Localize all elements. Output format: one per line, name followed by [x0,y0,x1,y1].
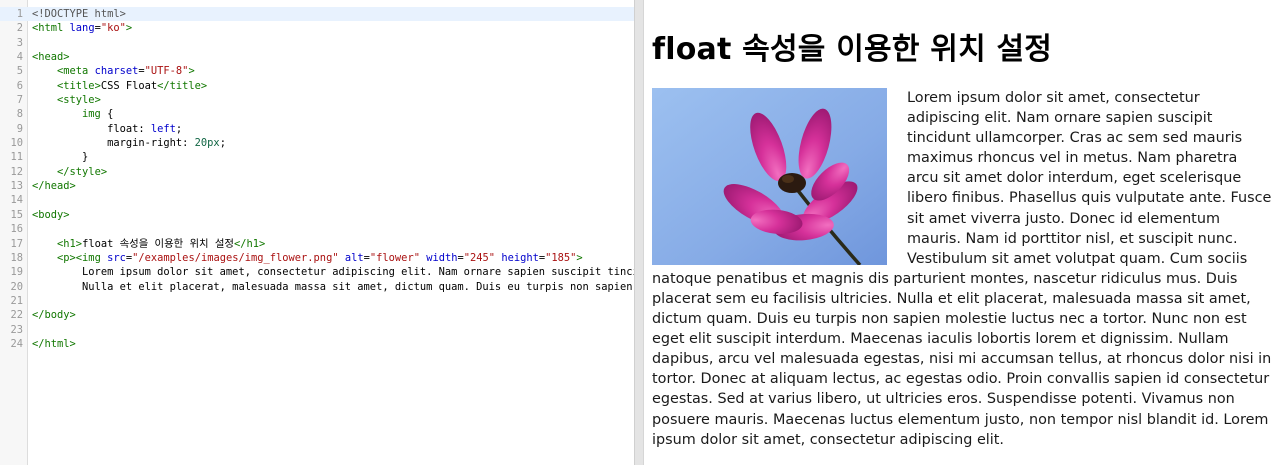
line-number: 20 [10,280,23,293]
line-number: 3 [16,36,23,49]
code-text: <p><img src="/examples/images/img_flower… [57,251,583,264]
line-number: 1 [16,8,23,20]
code-line[interactable]: 23 [0,323,634,337]
line-number: 7 [16,94,23,107]
code-line[interactable]: 19 Lorem ipsum dolor sit amet, consectet… [0,265,634,279]
code-text: <html lang="ko"> [32,22,133,35]
line-number: 6 [16,79,23,92]
code-line[interactable]: 9 float: left; [0,122,634,136]
line-number: 22 [10,309,23,322]
code-line[interactable]: 24 </html> [0,337,634,351]
code-line[interactable]: 14 [0,193,634,207]
code-line[interactable]: 22 </body> [0,308,634,322]
line-number: 8 [16,108,23,121]
code-text: Nulla et elit placerat, malesuada massa … [32,280,633,293]
line-number: 2 [16,22,23,35]
code-text: <h1>float 속성을 이용한 위치 설정</h1> [57,237,266,250]
code-line[interactable]: 17 <h1>float 속성을 이용한 위치 설정</h1> [0,237,634,251]
code-editor[interactable]: 1 <!DOCTYPE html> 2 <html lang="ko"> 3 4 <head… [0,0,634,465]
code-line[interactable]: 1 <!DOCTYPE html> [0,7,634,22]
line-number: 4 [16,51,23,64]
paragraph: Lorem ipsum dolor sit amet, consectetur … [652,88,1272,450]
code-text: </head> [32,180,76,193]
line-number: 23 [10,323,23,336]
line-number: 15 [10,208,23,221]
code-line[interactable]: 13 </head> [0,179,634,193]
code-line[interactable]: 7 <style> [0,93,634,107]
code-text: <meta charset="UTF-8"> [57,65,195,78]
code-line[interactable]: 2 <html lang="ko"> [0,21,634,35]
code-line[interactable]: 15 <body> [0,208,634,222]
code-line[interactable]: 8 img { [0,107,634,121]
code-text: img { [82,108,114,121]
line-number: 24 [10,337,23,350]
code-text: </html> [32,337,76,350]
line-number: 18 [10,251,23,264]
code-line[interactable]: 21 [0,294,634,308]
code-text: </style> [57,165,108,178]
code-line[interactable]: 12 </style> [0,165,634,179]
code-line[interactable]: 6 <title>CSS Float</title> [0,79,634,93]
line-number: 21 [10,294,23,307]
code-text: <title>CSS Float</title> [57,79,208,92]
code-line[interactable]: 4 <head> [0,50,634,64]
code-text: float: left; [32,122,183,135]
page-heading: float 속성을 이용한 위치 설정 [652,32,1053,67]
code-line[interactable]: 20 Nulla et elit placerat, malesuada mas… [0,280,634,294]
code-text: margin-right: 20px; [32,137,226,150]
line-number: 9 [16,122,23,135]
code-text: <!DOCTYPE html> [32,8,126,20]
line-number: 16 [10,223,23,236]
code-line[interactable]: 11 } [0,150,634,164]
line-number: 5 [16,65,23,78]
flower-image [652,88,887,265]
code-text: <head> [32,51,70,64]
code-line[interactable]: 16 [0,222,634,236]
code-text: Lorem ipsum dolor sit amet, consectetur … [32,266,634,279]
line-number: 11 [10,151,23,164]
code-line[interactable]: 10 margin-right: 20px; [0,136,634,150]
code-line[interactable]: 3 [0,36,634,50]
line-number: 17 [10,237,23,250]
code-text: </body> [32,309,76,322]
code-line[interactable]: 5 <meta charset="UTF-8"> [0,64,634,78]
code-text: <body> [32,208,70,221]
line-number: 14 [10,194,23,207]
code-text: <style> [57,94,101,107]
line-number: 13 [10,180,23,193]
line-number: 19 [10,266,23,279]
line-number: 12 [10,165,23,178]
code-line[interactable]: 18 <p><img src="/examples/images/img_flo… [0,251,634,265]
line-number: 10 [10,137,23,150]
code-text: } [32,151,89,164]
preview-pane: float 속성을 이용한 위치 설정 Lorem ipsum dolor si… [643,0,1280,465]
code-area[interactable]: 1 <!DOCTYPE html> 2 <html lang="ko"> 3 4 <head… [0,7,634,351]
